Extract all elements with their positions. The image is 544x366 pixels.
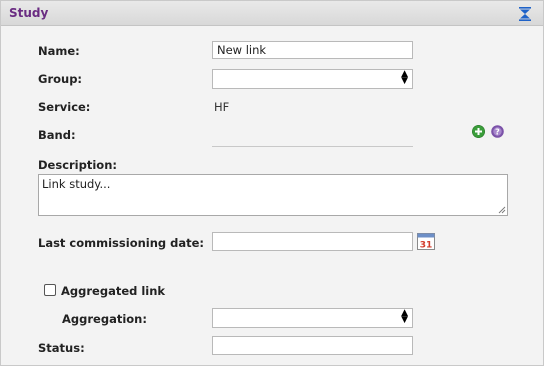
collapse-up-icon[interactable] [519,7,531,21]
description-label: Description: [38,158,117,172]
description-textarea[interactable]: Link study... [38,174,508,216]
select-arrows-icon: ▲ ▼ [401,308,408,325]
study-panel: Study Name: New link Group: ▲ ▼ Service: … [0,0,544,366]
group-label: Group: [38,72,83,86]
name-label: Name: [38,44,80,58]
aggregation-select[interactable]: ▲ ▼ [212,308,413,328]
service-label: Service: [38,100,91,114]
commissioning-date-label: Last commissioning date: [38,236,205,250]
svg-text:?: ? [495,128,500,137]
status-label: Status: [38,341,85,355]
aggregated-link-checkbox[interactable] [44,284,56,296]
aggregation-label: Aggregation: [62,312,147,326]
help-icon[interactable]: ? [491,125,504,138]
commissioning-date-input[interactable] [212,232,413,251]
group-select[interactable]: ▲ ▼ [212,69,413,89]
service-value: HF [214,100,230,114]
band-label: Band: [38,128,76,142]
calendar-day: 31 [420,241,433,251]
add-icon[interactable] [472,125,485,138]
calendar-icon[interactable]: 31 [417,233,435,250]
band-field-line [212,146,413,147]
description-text: Link study... [42,177,111,191]
aggregated-link-label[interactable]: Aggregated link [61,284,165,298]
resize-grip-icon[interactable] [498,206,506,214]
panel-header: Study [1,1,543,26]
select-arrows-icon: ▲ ▼ [401,69,408,86]
status-input[interactable] [212,336,413,355]
panel-title: Study [9,6,49,20]
name-input[interactable]: New link [212,41,413,59]
